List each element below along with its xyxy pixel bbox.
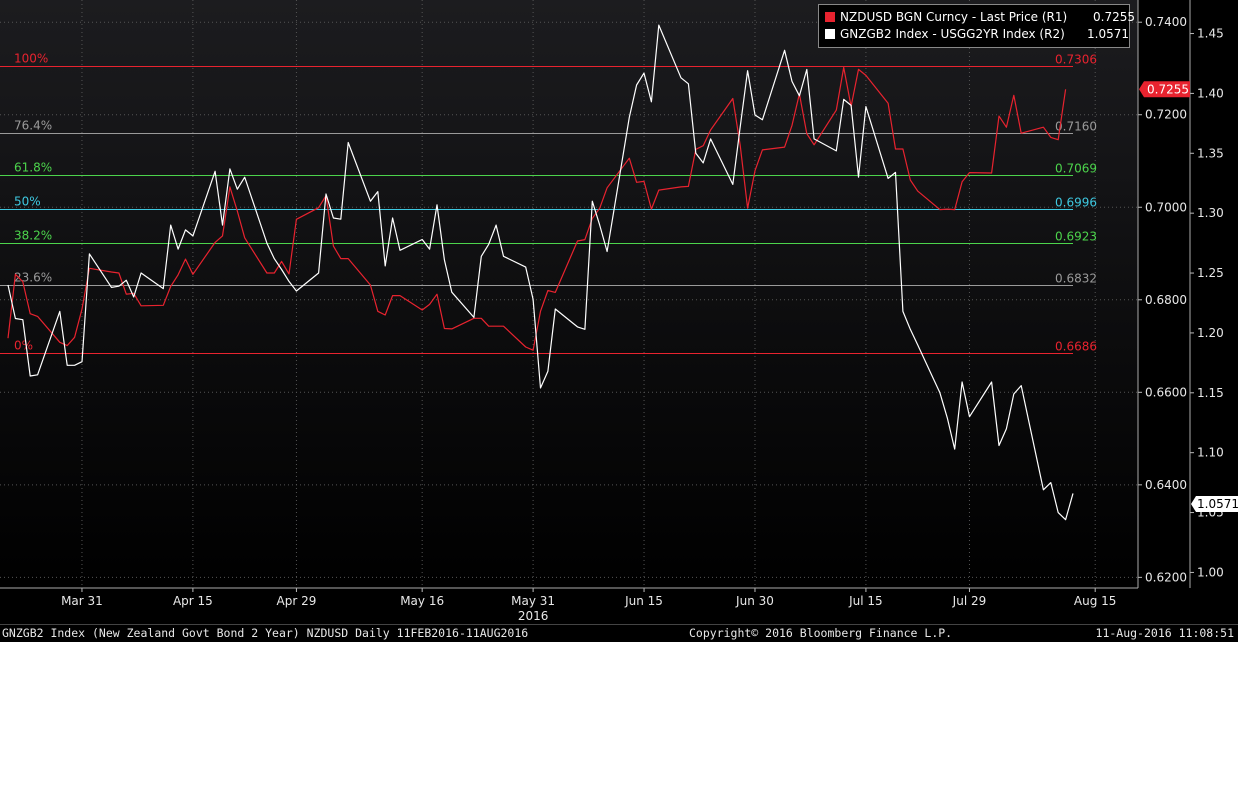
x-tick-label: Apr 15 [173,594,213,608]
chart-area: 100% 0.7306 76.4% 0.7160 61.8% 0.7069 50% 0.699… [0,0,1238,642]
x-tick-label: Apr 29 [277,594,317,608]
fib-level-label: 38.2% [14,229,52,243]
y-tick-label-r2: 1.00 [1197,565,1224,579]
fib-level-value: 0.6996 [1055,196,1097,210]
y-tick-label-r1: 0.7400 [1145,15,1187,29]
last-price-tag-label: 1.0571 [1197,497,1238,511]
y-tick-label-r2: 1.20 [1197,326,1224,340]
y-tick-label-r1: 0.6800 [1145,293,1187,307]
fib-level-value: 0.6923 [1055,230,1097,244]
x-axis-year-label: 2016 [518,609,549,623]
legend-entry-gnzgb2: GNZGB2 Index - USGG2YR Index (R2) 1.0571 [825,27,1129,43]
legend-label: GNZGB2 Index - USGG2YR Index (R2) [840,27,1065,41]
x-tick-label: Jul 15 [848,594,883,608]
y-tick-label-r2: 1.45 [1197,27,1224,41]
fib-level-label: 76.4% [14,119,52,133]
chart-plot: 100% 0.730676.4% 0.716061.8% 0.706950% 0.699… [0,0,1238,623]
fib-level-label: 61.8% [14,161,52,175]
y-tick-label-r1: 0.7000 [1145,200,1187,214]
legend-swatch-icon [825,29,835,39]
fib-level-value: 0.6686 [1055,340,1097,354]
legend-value: 1.0571 [1087,27,1129,41]
y-tick-label-r2: 1.40 [1197,86,1224,100]
fib-level-label: 23.6% [14,271,52,285]
fib-level-value: 0.7306 [1055,53,1097,67]
footer-copyright: Copyright© 2016 Bloomberg Finance L.P. [689,626,953,640]
legend-swatch-icon [825,12,835,22]
fib-level-label: 100% [14,52,48,66]
fib-level-label: 0% [14,339,33,353]
legend-value: 0.7255 [1093,10,1135,24]
y-tick-label-r1: 0.6600 [1145,385,1187,399]
legend: NZDUSD BGN Curncy - Last Price (R1) 0.72… [818,4,1135,48]
footer-timestamp: 11-Aug-2016 11:08:51 [1095,626,1234,640]
legend-label: NZDUSD BGN Curncy - Last Price (R1) [840,10,1068,24]
x-tick-label: May 31 [511,594,555,608]
plot-background [0,0,1138,588]
legend-entry-nzdusd: NZDUSD BGN Curncy - Last Price (R1) 0.72… [825,10,1135,26]
y-tick-label-r1: 0.6200 [1145,570,1187,584]
fib-level-value: 0.6832 [1055,272,1097,286]
x-tick-label: May 16 [400,594,444,608]
y-tick-label-r1: 0.6400 [1145,478,1187,492]
y-tick-label-r2: 1.15 [1197,386,1224,400]
x-tick-label: Jul 29 [952,594,987,608]
x-tick-label: Jun 15 [624,594,663,608]
x-tick-label: Jun 30 [735,594,774,608]
y-tick-label-r2: 1.30 [1197,206,1224,220]
x-tick-label: Mar 31 [61,594,103,608]
y-tick-label-r2: 1.25 [1197,266,1224,280]
y-tick-label-r2: 1.10 [1197,446,1224,460]
x-tick-label: Aug 15 [1074,594,1117,608]
footer-bar: GNZGB2 Index (New Zealand Govt Bond 2 Ye… [0,624,1238,642]
fib-level-label: 50% [14,195,41,209]
last-price-tag-label: 0.7255 [1147,82,1189,96]
y-tick-label-r2: 1.35 [1197,146,1224,160]
footer-description: GNZGB2 Index (New Zealand Govt Bond 2 Ye… [2,626,529,640]
y-tick-label-r1: 0.7200 [1145,108,1187,122]
fib-level-value: 0.7069 [1055,162,1097,176]
